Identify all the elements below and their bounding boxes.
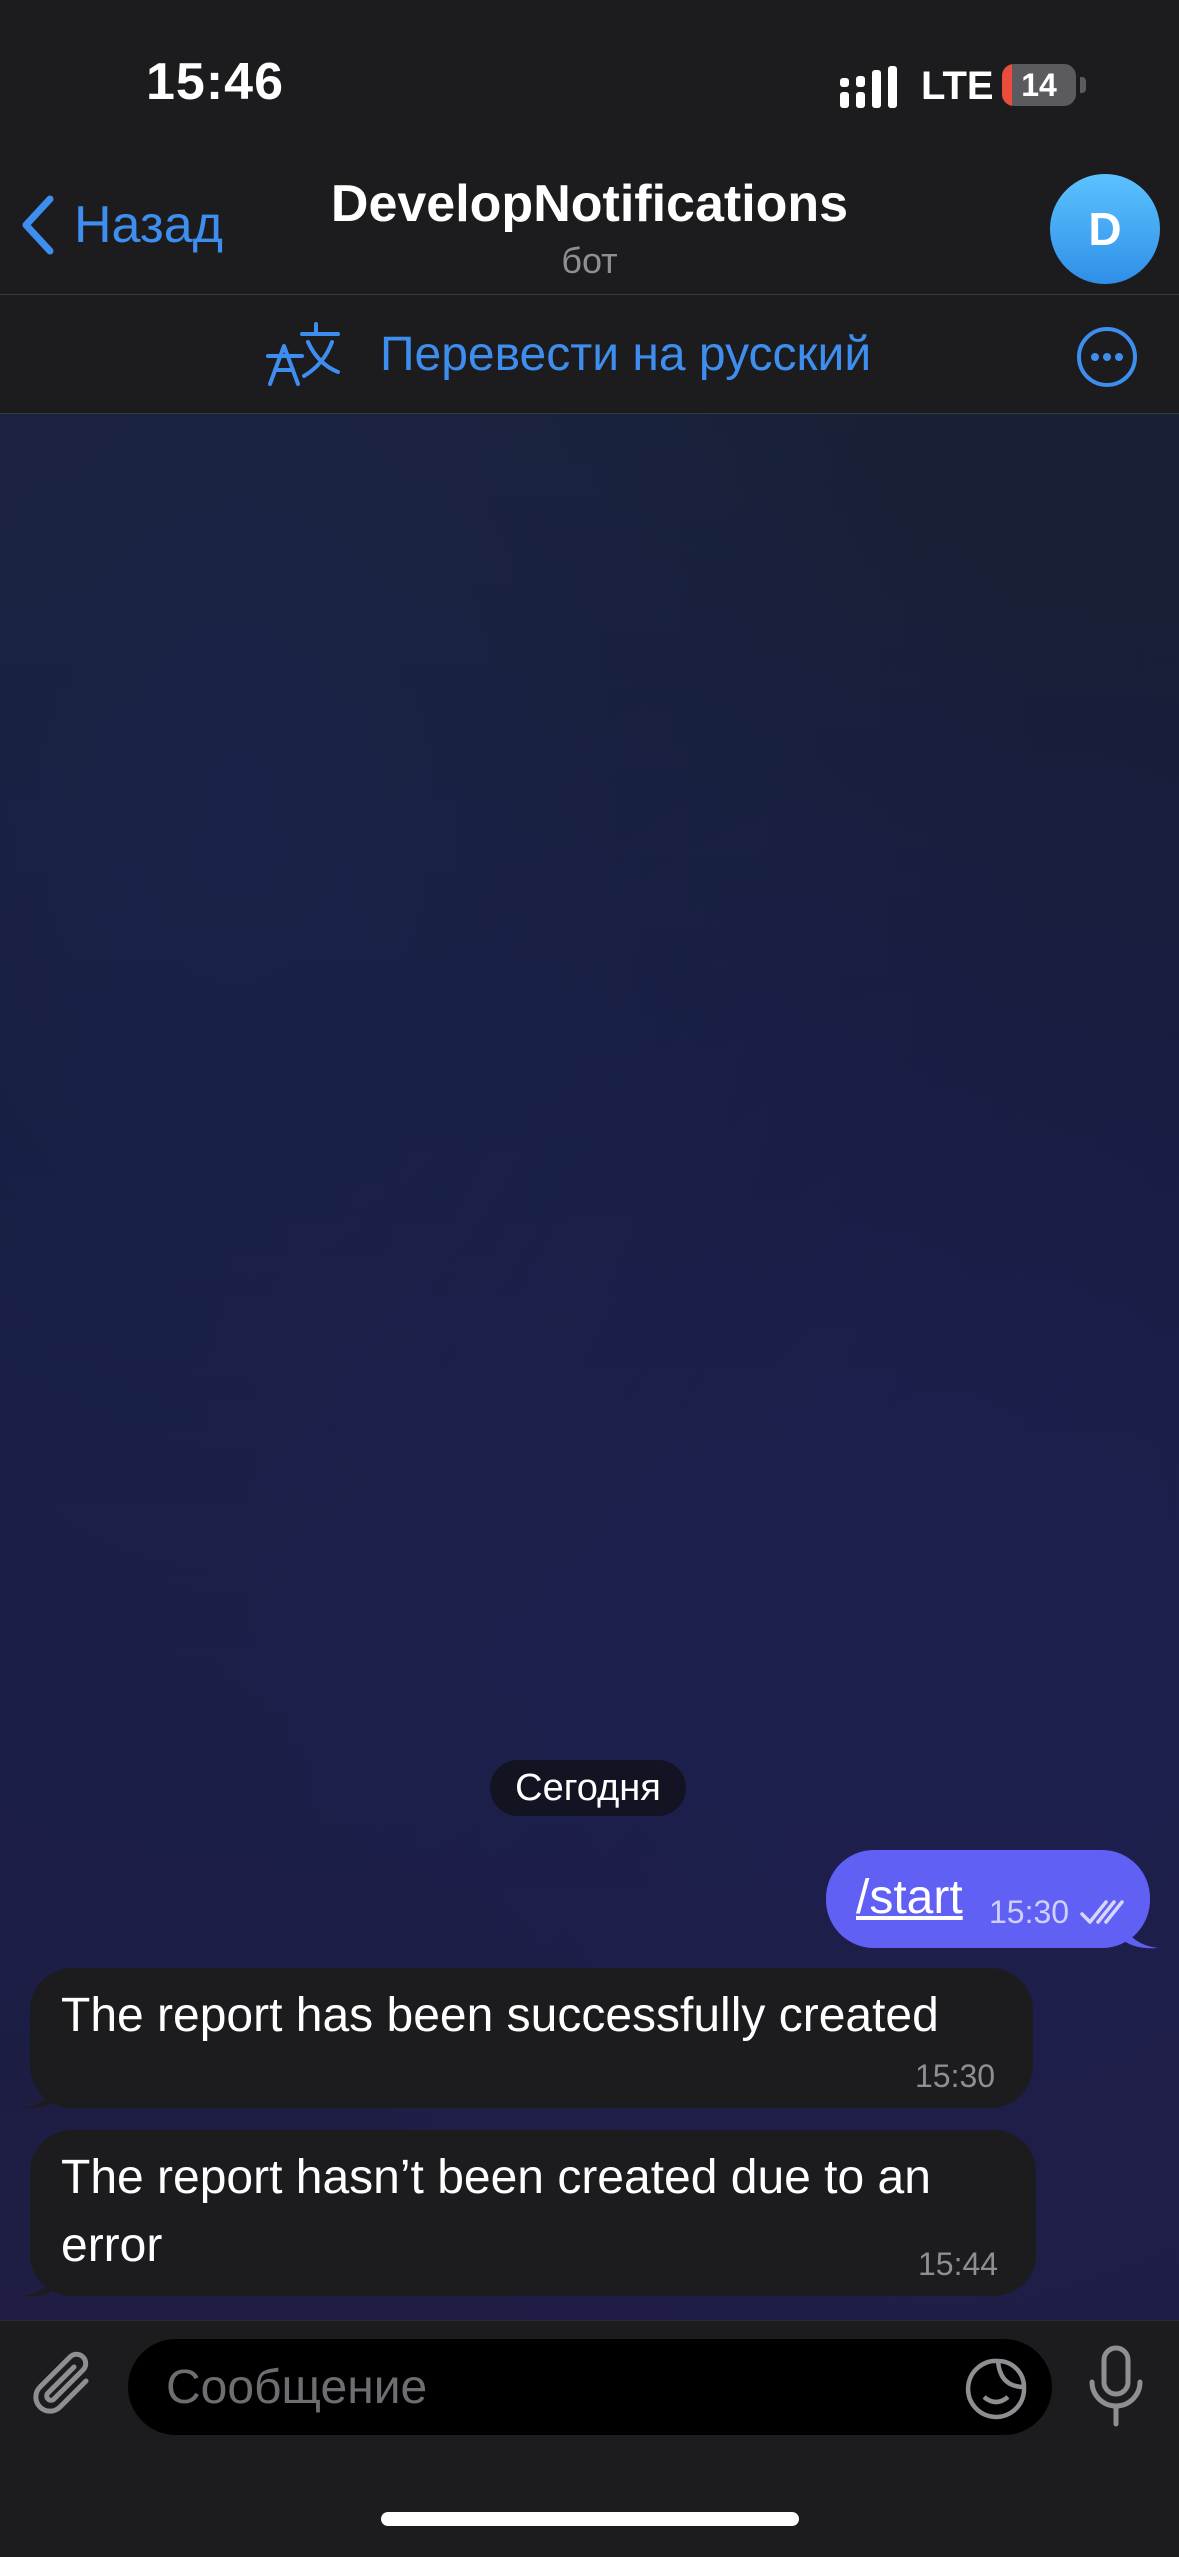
avatar[interactable]: D bbox=[1050, 174, 1160, 284]
message-time: 15:30 bbox=[989, 1894, 1070, 1930]
chat-subtitle: бот bbox=[561, 240, 618, 281]
more-options-icon[interactable] bbox=[1076, 326, 1138, 388]
microphone-icon[interactable] bbox=[1086, 2344, 1146, 2430]
double-check-icon bbox=[1080, 1900, 1124, 1924]
avatar-letter: D bbox=[1088, 203, 1122, 255]
translate-button[interactable]: Перевести на русский bbox=[266, 317, 871, 391]
message-line: The report has been successfully created bbox=[61, 1989, 939, 2042]
translate-icon bbox=[266, 322, 340, 386]
status-time: 15:46 bbox=[146, 53, 284, 111]
sticker-icon[interactable] bbox=[964, 2357, 1028, 2421]
status-bar: 15:46 LTE 14 bbox=[0, 0, 1179, 160]
message-input[interactable] bbox=[128, 2339, 1052, 2435]
message-time: 15:44 bbox=[918, 2246, 999, 2282]
network-type: LTE bbox=[921, 64, 994, 108]
translate-label: Перевести на русский bbox=[380, 327, 872, 381]
paperclip-icon[interactable] bbox=[30, 2345, 100, 2425]
bubble-tail bbox=[1120, 1914, 1158, 1949]
message-text: The report hasn’t been created due to an… bbox=[61, 2144, 931, 2280]
bubble-tail bbox=[22, 2074, 60, 2109]
chat-title[interactable]: DevelopNotifications bbox=[0, 174, 1179, 234]
battery-nub bbox=[1080, 77, 1086, 93]
home-indicator[interactable] bbox=[381, 2512, 799, 2526]
message-line: error bbox=[61, 2219, 163, 2272]
nav-bar: Назад DevelopNotifications бот D bbox=[0, 160, 1179, 295]
message-time: 15:30 bbox=[915, 2058, 996, 2094]
date-separator: Сегодня bbox=[490, 1760, 686, 1816]
translate-bar: Перевести на русский bbox=[0, 295, 1179, 414]
cellular-signal-icon bbox=[840, 66, 897, 108]
message-line: The report hasn’t been created due to an bbox=[61, 2151, 931, 2204]
bubble-tail bbox=[22, 2262, 60, 2297]
battery-level: 14 bbox=[1021, 67, 1057, 103]
message-text: The report has been successfully created bbox=[61, 1982, 939, 2050]
battery-icon: 14 bbox=[1002, 64, 1076, 106]
command-link[interactable]: /start bbox=[856, 1870, 963, 1925]
